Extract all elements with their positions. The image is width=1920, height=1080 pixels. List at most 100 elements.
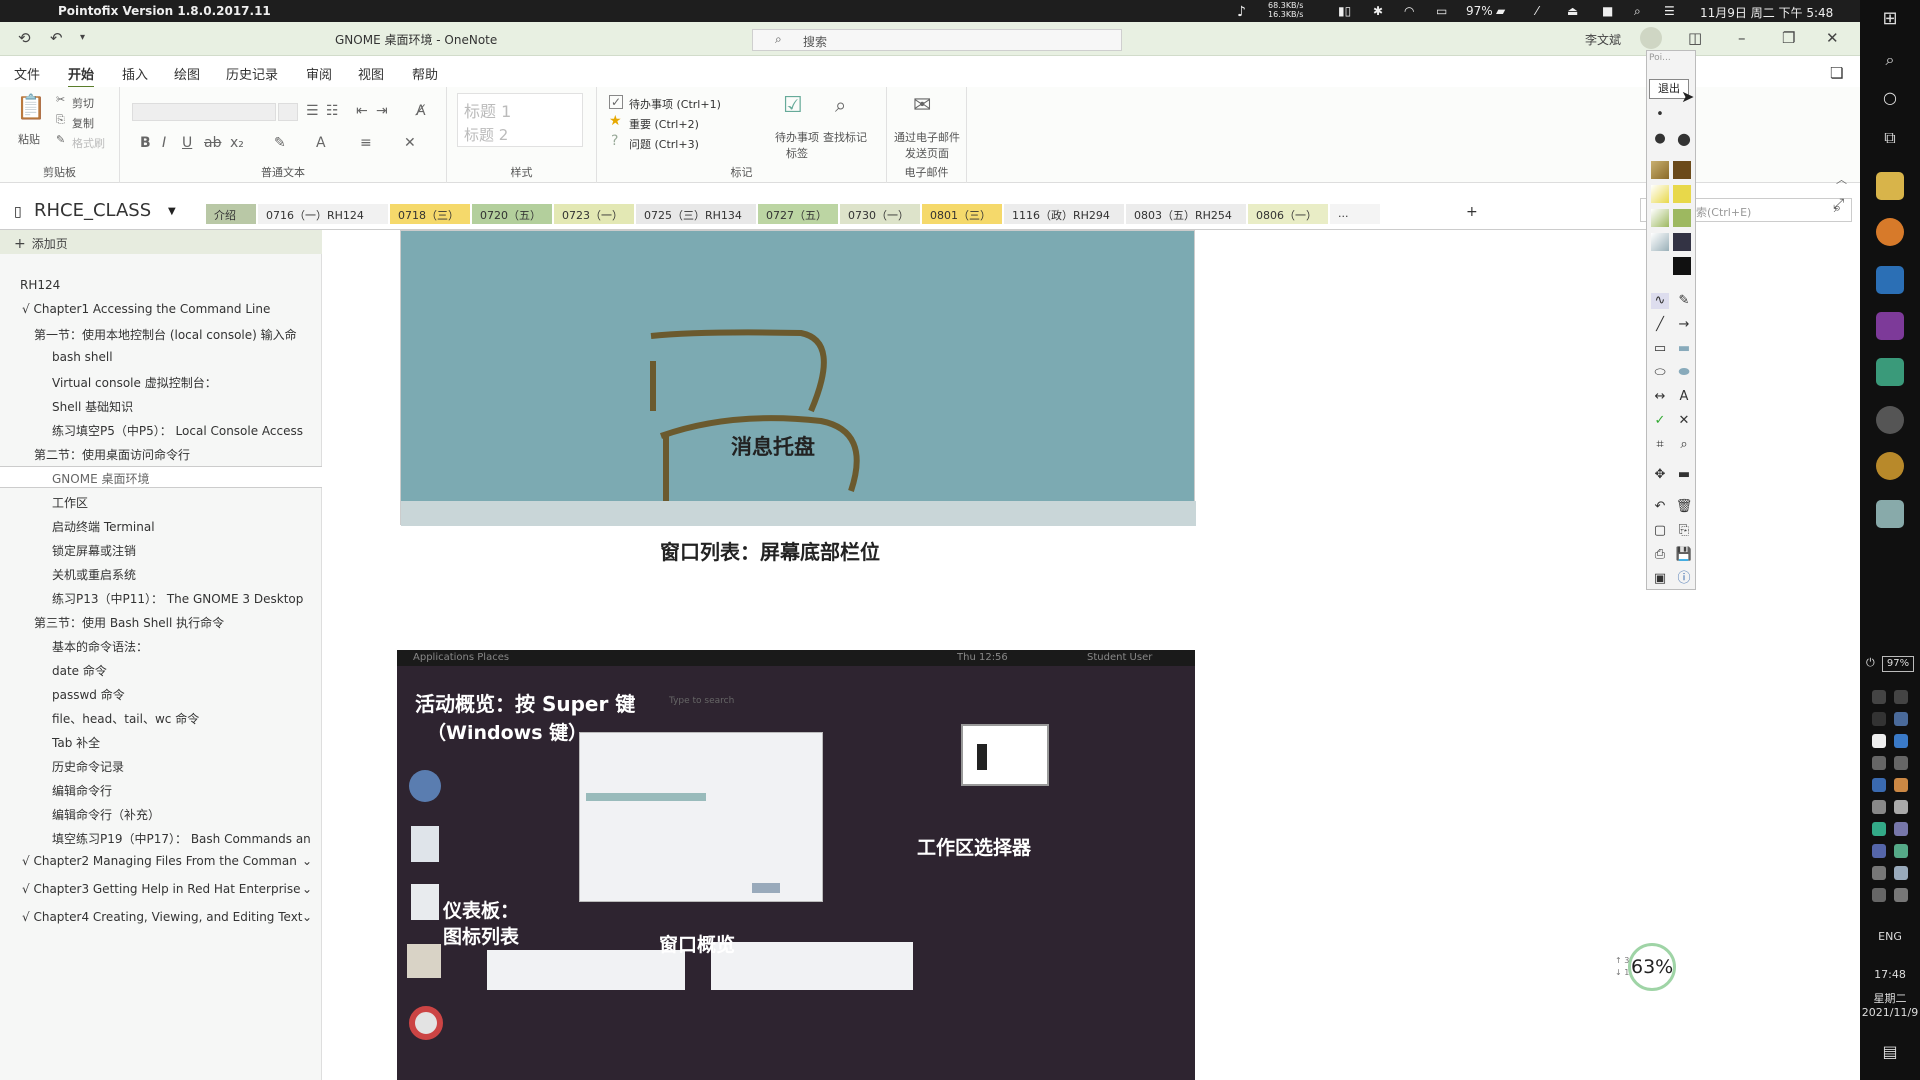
app-icon-5[interactable] xyxy=(1876,358,1904,386)
cut-icon[interactable]: ✂ xyxy=(56,93,65,106)
color-blue-light-swatch[interactable] xyxy=(1651,233,1669,251)
tray-icon-17[interactable] xyxy=(1894,888,1908,902)
section-tab[interactable]: 0720（五） xyxy=(472,204,552,224)
page-item[interactable]: 练习P13（中P11）： The GNOME 3 Desktop xyxy=(52,590,303,607)
section-tab[interactable]: 0723（一） xyxy=(554,204,634,224)
style-heading-2[interactable]: 标题 2 xyxy=(464,124,508,145)
email-page-button[interactable]: 通过电子邮件发送页面 xyxy=(893,129,961,161)
subscript-icon[interactable]: x₂ xyxy=(230,135,244,151)
format-painter-button[interactable]: 格式刷 xyxy=(72,135,105,151)
tray-icon-14[interactable] xyxy=(1872,866,1886,880)
todo-tag-button[interactable]: 待办事项标签 xyxy=(773,129,821,161)
font-color-icon[interactable]: A xyxy=(316,135,326,151)
page-item[interactable]: 第三节：使用 Bash Shell 执行命令 xyxy=(34,614,224,631)
taskbar-date[interactable]: 2021/11/9 xyxy=(1860,1006,1920,1019)
tag-question[interactable]: 问题 (Ctrl+3) xyxy=(629,136,699,152)
wifi-icon[interactable]: ◠ xyxy=(1404,4,1414,18)
section-tab[interactable]: 1116（政）RH294 xyxy=(1004,204,1124,224)
paste-icon[interactable]: 📋 xyxy=(16,93,46,121)
user-name[interactable]: 李文斌 xyxy=(1585,31,1621,48)
email-icon[interactable]: ✉ xyxy=(913,93,931,118)
tray-icon-5[interactable] xyxy=(1894,756,1908,770)
underline-icon[interactable]: U xyxy=(182,135,192,151)
music-icon[interactable]: ♪ xyxy=(1237,4,1246,20)
rectangle-icon[interactable]: ▭ xyxy=(1651,341,1669,357)
section-tab[interactable]: 0801（三） xyxy=(922,204,1002,224)
tray-icon-1[interactable] xyxy=(1872,690,1886,704)
expand-icon[interactable]: ⤢ xyxy=(1833,196,1844,212)
todo-app-icon[interactable] xyxy=(1876,266,1904,294)
ellipse-icon[interactable]: ⬭ xyxy=(1651,365,1669,381)
close-icon[interactable]: ✕ xyxy=(1826,29,1839,47)
page-item[interactable]: √ Chapter1 Accessing the Command Line xyxy=(22,302,270,316)
notebook-name[interactable]: RHCE_CLASS xyxy=(34,200,151,221)
page-item[interactable]: date 命令 xyxy=(52,662,107,679)
maximize-icon[interactable]: ❐ xyxy=(1782,29,1795,47)
app-icon-7[interactable] xyxy=(1876,452,1904,480)
find-tags-icon[interactable]: ⌕ xyxy=(835,93,846,117)
tray-icon-15[interactable] xyxy=(1894,866,1908,880)
tray-icon-10[interactable] xyxy=(1872,822,1886,836)
ribbon-display-icon[interactable]: ◫ xyxy=(1688,29,1702,47)
taskbar-battery[interactable]: 97% xyxy=(1882,656,1914,672)
styles-gallery[interactable]: 标题 1 标题 2 xyxy=(457,93,583,147)
menu-file[interactable]: 文件 xyxy=(14,64,40,83)
page-item[interactable]: 基本的命令语法： xyxy=(52,638,148,655)
print-icon[interactable]: ⎙ xyxy=(1651,547,1669,563)
menu-history[interactable]: 历史记录 xyxy=(226,64,278,83)
onedrive-icon[interactable] xyxy=(1872,734,1886,748)
bluetooth-icon[interactable]: ✱ xyxy=(1373,4,1383,18)
menu-help[interactable]: 帮助 xyxy=(412,64,438,83)
page-item[interactable]: 锁定屏幕或注销 xyxy=(52,542,136,559)
tray-icon-9[interactable] xyxy=(1894,800,1908,814)
font-size-dropdown[interactable] xyxy=(278,103,298,121)
chevron-down-icon[interactable]: ⌄ xyxy=(302,882,312,896)
tray-icon-11[interactable] xyxy=(1894,822,1908,836)
menu-view[interactable]: 视图 xyxy=(358,64,384,83)
quick-access-dropdown-icon[interactable]: ▾ xyxy=(80,32,85,43)
move-icon[interactable]: ✥ xyxy=(1651,467,1669,483)
chevron-down-icon[interactable]: ⌄ xyxy=(302,854,312,868)
menu-review[interactable]: 审阅 xyxy=(306,64,332,83)
page-item[interactable]: 工作区 xyxy=(52,494,88,511)
page-item[interactable]: bash shell xyxy=(52,350,113,364)
color-dark-swatch[interactable] xyxy=(1673,233,1691,251)
numbering-icon[interactable]: ☷ xyxy=(326,103,339,119)
save-icon[interactable]: 💾 xyxy=(1675,547,1693,563)
menu-draw[interactable]: 绘图 xyxy=(174,64,200,83)
eject-icon[interactable]: ⏏ xyxy=(1567,4,1578,18)
page-item[interactable]: RH124 xyxy=(20,278,60,292)
todo-tag-icon[interactable]: ☑ xyxy=(783,93,803,118)
copy-button[interactable]: 复制 xyxy=(72,115,94,131)
browser-icon[interactable] xyxy=(1876,218,1904,246)
app-title[interactable]: Pointofix Version 1.8.0.2017.11 xyxy=(58,4,271,18)
chapter-item[interactable]: √ Chapter4 Creating, Viewing, and Editin… xyxy=(22,910,303,924)
page-item[interactable]: 练习填空P5（中P5）： Local Console Access xyxy=(52,422,303,439)
info-icon[interactable]: ⓘ xyxy=(1675,571,1693,587)
check-icon[interactable]: ✓ xyxy=(1651,413,1669,429)
tray-icon-x[interactable] xyxy=(1872,712,1886,726)
control-center-icon[interactable]: ☰ xyxy=(1664,4,1675,18)
large-dot-icon[interactable]: ● xyxy=(1675,131,1693,147)
taskbar-time[interactable]: 17:48 xyxy=(1860,968,1920,981)
chevron-down-icon[interactable]: ⌄ xyxy=(302,910,312,924)
cross-icon[interactable]: ✕ xyxy=(1675,413,1693,429)
screenshot-icon[interactable]: ▣ xyxy=(1651,571,1669,587)
input-method-icon[interactable]: ■ xyxy=(1602,4,1613,18)
collapse-ribbon-icon[interactable]: ︿ xyxy=(1836,171,1847,187)
page-item[interactable]: 关机或重启系统 xyxy=(52,566,136,583)
tray-icon-13[interactable] xyxy=(1894,844,1908,858)
page-item[interactable]: 编辑命令行（补充） xyxy=(52,806,160,823)
add-page-button[interactable]: + 添加页 xyxy=(0,230,322,254)
page-item[interactable]: 第一节：使用本地控制台 (local console) 输入命 xyxy=(34,326,297,343)
page-item[interactable]: Virtual console 虚拟控制台： xyxy=(52,374,217,391)
clock-text[interactable]: 11月9日 周二 下午 5:48 xyxy=(1700,4,1833,21)
status-icon[interactable]: ▮▯ xyxy=(1338,4,1351,18)
small-dot-icon[interactable]: • xyxy=(1651,107,1669,123)
undo-icon[interactable]: ↶ xyxy=(50,29,63,47)
section-tab[interactable]: 0730（一） xyxy=(840,204,920,224)
delete-icon[interactable]: ✕ xyxy=(404,135,416,151)
back-icon[interactable]: ⟲ xyxy=(18,29,31,47)
strikethrough-icon[interactable]: ab xyxy=(204,135,221,151)
outdent-icon[interactable]: ⇤ xyxy=(356,103,368,119)
